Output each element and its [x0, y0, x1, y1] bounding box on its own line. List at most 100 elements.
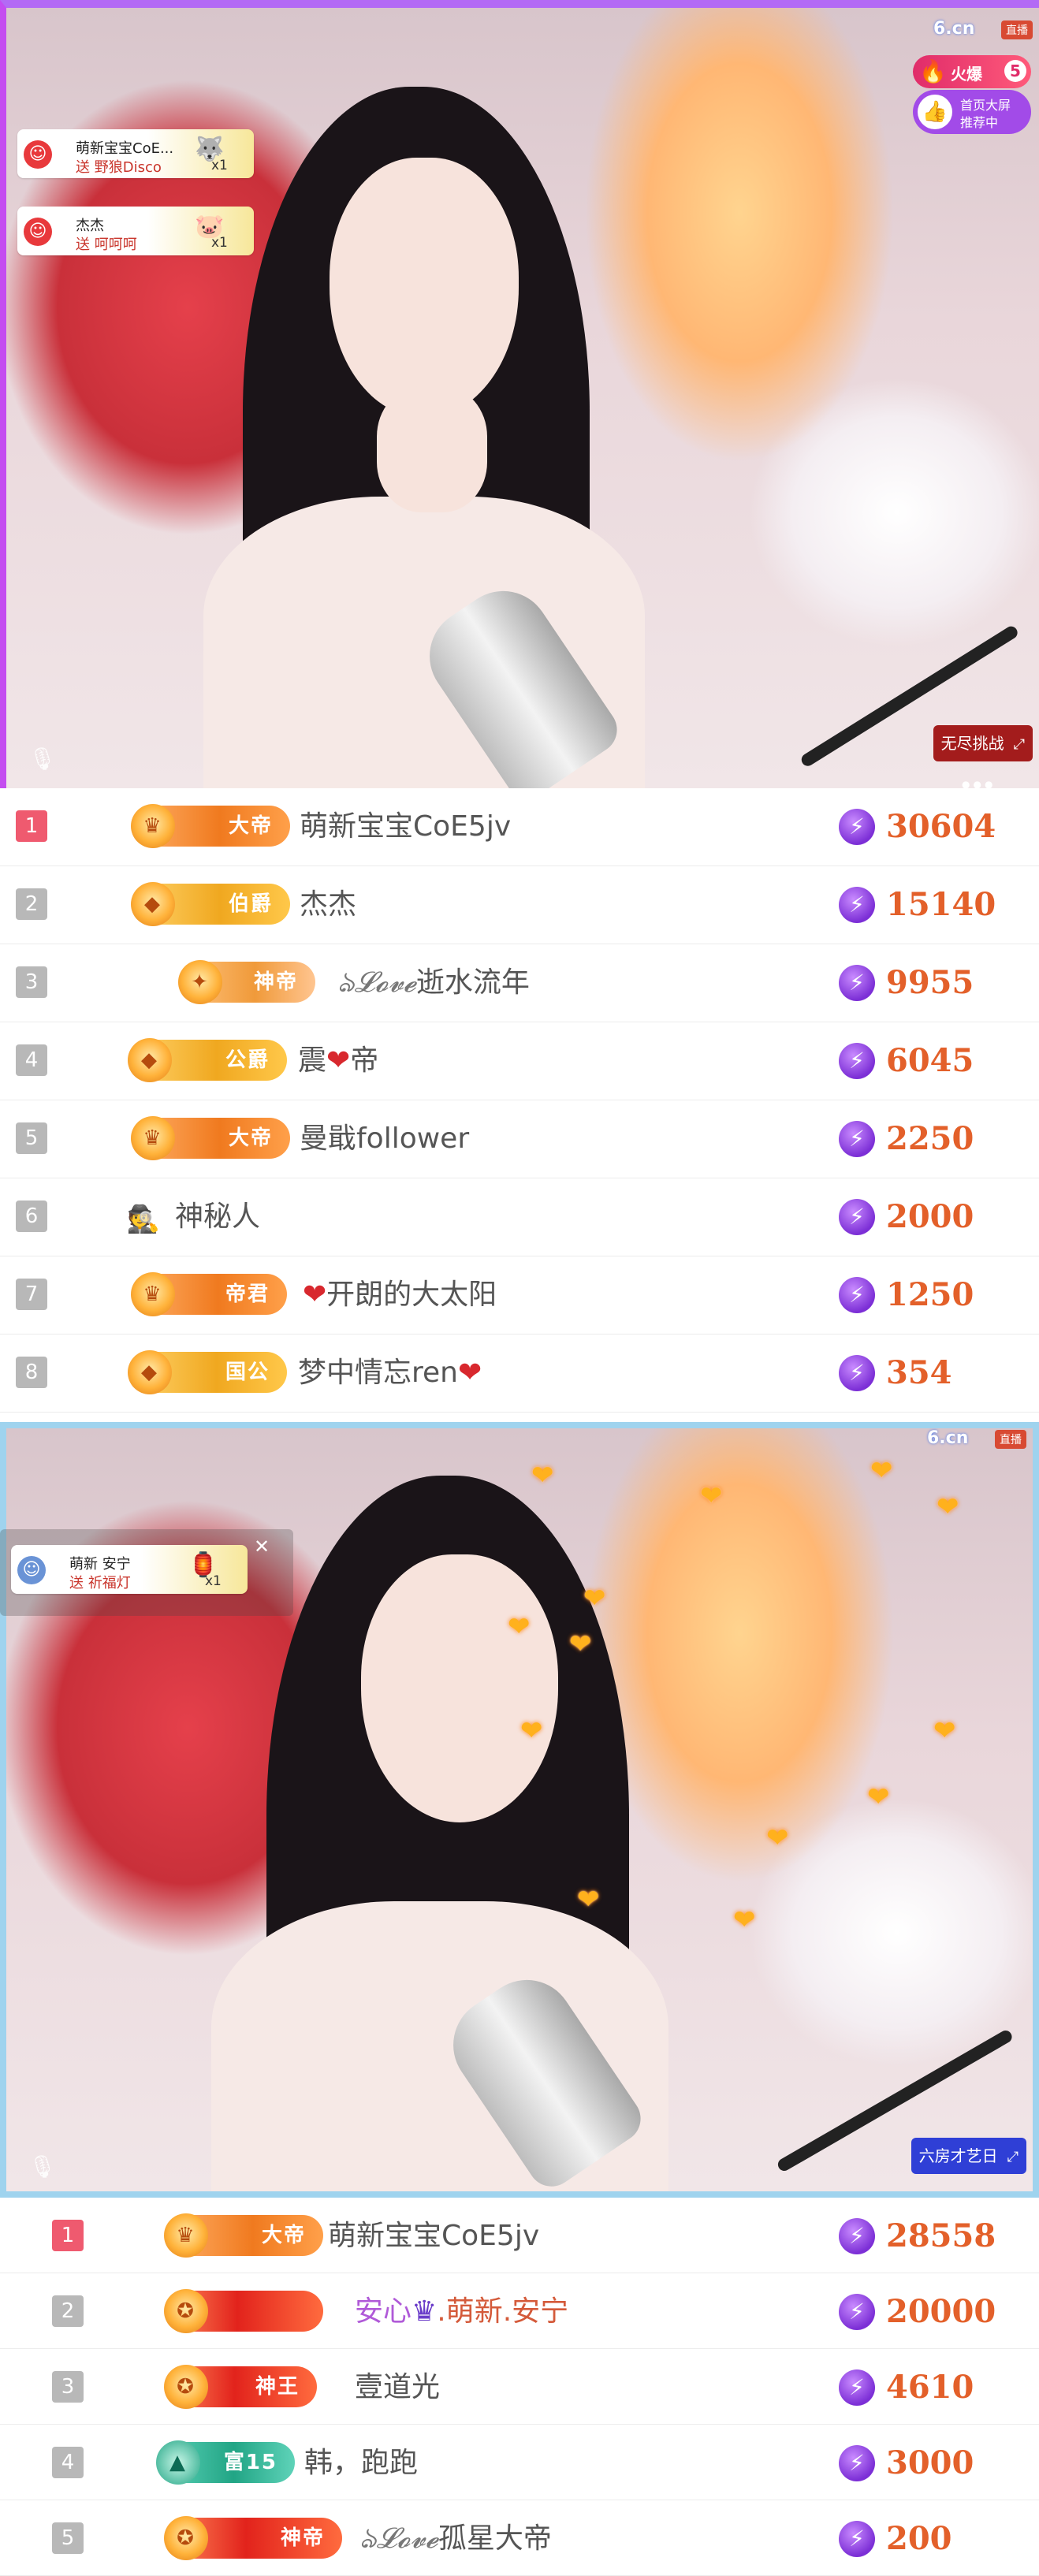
microphone-icon[interactable]: 🎙: [28, 2153, 57, 2180]
list-item[interactable]: 3 ✪ 神王 壹道光 ⚡ 4610: [0, 2349, 1039, 2425]
floating-heart-icon: ❤: [583, 1583, 606, 1614]
gift-notification: ☺ 萌新宝宝CoE... 送 野狼Disco 🐺 x1: [17, 129, 254, 178]
challenge-badge[interactable]: 无尽挑战 ⤢: [933, 725, 1033, 761]
thumbs-up-icon: 👍: [918, 95, 952, 129]
bolt-icon: ⚡: [839, 965, 875, 1001]
bolt-icon: ⚡: [839, 1199, 875, 1235]
gift-count: x1: [211, 158, 228, 173]
event-badge[interactable]: 六房才艺日 ⤢: [911, 2138, 1026, 2174]
title-badge: ◆ 公爵: [128, 1038, 287, 1082]
heart-icon: ❤: [326, 1044, 351, 1077]
bolt-icon: ⚡: [839, 2445, 875, 2481]
username: 安心♛.萌新.安宁: [355, 2295, 569, 2328]
list-item[interactable]: 1 ♛ 大帝 萌新宝宝CoE5jv ⚡ 28558: [0, 2198, 1039, 2273]
list-item[interactable]: 2 ◆ 伯爵 杰杰 ⚡ 15140: [0, 866, 1039, 944]
bolt-icon: ⚡: [839, 2294, 875, 2330]
floating-heart-icon: ❤: [867, 1781, 890, 1813]
username: 萌新宝宝CoE5jv: [300, 810, 512, 843]
username: ঌ𝓛𝓸𝓿𝓮逝水流年: [337, 966, 530, 999]
floating-heart-icon: ❤: [577, 1884, 600, 1915]
list-item[interactable]: 7 ♛ 帝君 ❤开朗的大太阳 ⚡ 1250: [0, 1256, 1039, 1335]
gift-name: 送 呵呵呵: [76, 236, 137, 253]
gift-name: 送 野狼Disco: [76, 159, 162, 176]
bolt-icon: ⚡: [839, 887, 875, 923]
heart-icon: ❤: [457, 1357, 482, 1389]
list-item[interactable]: 4 ◆ 公爵 震❤帝 ⚡ 6045: [0, 1022, 1039, 1100]
list-item[interactable]: 2 ✪ 安心♛.萌新.安宁 ⚡ 20000: [0, 2273, 1039, 2349]
floating-heart-icon: ❤: [569, 1629, 592, 1660]
floating-heart-icon: ❤: [870, 1455, 893, 1487]
title-badge: ✦ 神帝: [178, 960, 315, 1004]
list-item[interactable]: 1 ♛ 大帝 萌新宝宝CoE5jv ⚡ 30604: [0, 788, 1039, 866]
floating-heart-icon: ❤: [700, 1480, 723, 1512]
bolt-icon: ⚡: [839, 1043, 875, 1079]
gift-count: x1: [211, 235, 228, 251]
live-video-top[interactable]: ☺ 萌新宝宝CoE... 送 野狼Disco 🐺 x1 ☺ 杰杰 送 呵呵呵 🐷…: [0, 0, 1039, 788]
mystery-user-icon: 🕵: [126, 1204, 161, 1235]
list-item[interactable]: 6 🕵 神秘人 ⚡ 2000: [0, 1178, 1039, 1256]
title-badge: ♛ 大帝: [164, 2213, 323, 2258]
list-item[interactable]: 4 ▲ 富15 韩，跑跑 ⚡ 3000: [0, 2425, 1039, 2500]
title-badge: ♛ 大帝: [131, 804, 290, 848]
hot-level-badge[interactable]: 🔥 火爆 5: [913, 55, 1031, 88]
gift-sender: 杰杰: [76, 218, 104, 234]
avatar: ☺: [24, 218, 52, 246]
bolt-icon: ⚡: [839, 2218, 875, 2254]
title-badge: ♛ 帝君: [131, 1272, 287, 1316]
gift-notification: ☺ 萌新 安宁 送 祈福灯 🏮 x1: [11, 1545, 248, 1594]
username: 壹道光: [355, 2371, 441, 2403]
brand-logo: 6.cn 直播: [914, 1428, 1026, 1490]
bolt-icon: ⚡: [839, 2521, 875, 2557]
list-item[interactable]: 3 ✦ 神帝 ঌ𝓛𝓸𝓿𝓮逝水流年 ⚡ 9955: [0, 944, 1039, 1022]
gift-sender: 萌新宝宝CoE...: [76, 140, 174, 157]
username: 萌新宝宝CoE5jv: [328, 2220, 540, 2252]
bolt-icon: ⚡: [839, 1277, 875, 1313]
title-badge: ✪ 神王: [164, 2365, 317, 2409]
close-icon[interactable]: ✕: [254, 1536, 270, 1558]
list-item[interactable]: 5 ♛ 大帝 曼戢follower ⚡ 2250: [0, 1100, 1039, 1178]
floating-heart-icon: ❤: [937, 1491, 959, 1523]
floating-heart-icon: ❤: [508, 1611, 531, 1643]
title-badge: ✪: [164, 2289, 323, 2333]
expand-icon: ⤢: [1013, 736, 1025, 753]
title-badge: ♛ 大帝: [131, 1116, 290, 1160]
gift-name: 送 祈福灯: [69, 1575, 131, 1591]
crown-icon: ♛: [412, 2295, 438, 2328]
bolt-icon: ⚡: [839, 809, 875, 845]
recommend-badge[interactable]: 👍 首页大屏 推荐中: [913, 90, 1031, 134]
gift-count: x1: [205, 1573, 222, 1589]
floating-heart-icon: ❤: [520, 1715, 543, 1747]
floating-heart-icon: ❤: [733, 1904, 756, 1936]
bolt-icon: ⚡: [839, 1121, 875, 1157]
avatar: ☺: [17, 1556, 46, 1584]
floating-heart-icon: ❤: [531, 1460, 554, 1491]
contribution-ranking: 1 ♛ 大帝 萌新宝宝CoE5jv ⚡ 30604 2 ◆ 伯爵 杰杰 ⚡ 15140 …: [0, 788, 1039, 1413]
list-item[interactable]: 8 ◆ 国公 梦中情忘ren❤ ⚡ 354: [0, 1335, 1039, 1413]
microphone-icon[interactable]: 🎙: [28, 746, 57, 772]
username: 曼戢follower: [300, 1122, 470, 1155]
bolt-icon: ⚡: [839, 2369, 875, 2406]
title-badge: ◆ 国公: [128, 1350, 287, 1394]
gift-notification: ☺ 杰杰 送 呵呵呵 🐷 x1: [17, 207, 254, 255]
carousel-dots: ●●●: [962, 779, 996, 788]
expand-icon: ⤢: [1007, 2149, 1019, 2165]
username: 神秘人: [175, 1201, 261, 1233]
gift-sender: 萌新 安宁: [69, 1556, 131, 1573]
heart-icon: ❤: [303, 1279, 327, 1311]
username: ঌ𝓛𝓸𝓿𝓮孤星大帝: [359, 2522, 552, 2555]
username: 韩，跑跑: [304, 2447, 419, 2479]
contribution-ranking: 1 ♛ 大帝 萌新宝宝CoE5jv ⚡ 28558 2 ✪ 安心♛.萌新.安宁 ⚡ 2…: [0, 2198, 1039, 2576]
title-badge: ◆ 伯爵: [131, 882, 290, 926]
title-badge: ▲ 富15: [156, 2440, 295, 2485]
floating-heart-icon: ❤: [766, 1822, 789, 1854]
page: ☺ 萌新宝宝CoE... 送 野狼Disco 🐺 x1 ☺ 杰杰 送 呵呵呵 🐷…: [0, 0, 1039, 2576]
title-badge: ✪ 神帝: [164, 2516, 342, 2560]
username: ❤开朗的大太阳: [303, 1279, 497, 1311]
username: 杰杰: [300, 888, 357, 921]
bolt-icon: ⚡: [839, 1355, 875, 1391]
username: 震❤帝: [298, 1044, 379, 1077]
fire-icon: 🔥: [919, 58, 947, 84]
floating-heart-icon: ❤: [933, 1715, 956, 1747]
username: 梦中情忘ren❤: [298, 1357, 482, 1389]
avatar: ☺: [24, 140, 52, 169]
